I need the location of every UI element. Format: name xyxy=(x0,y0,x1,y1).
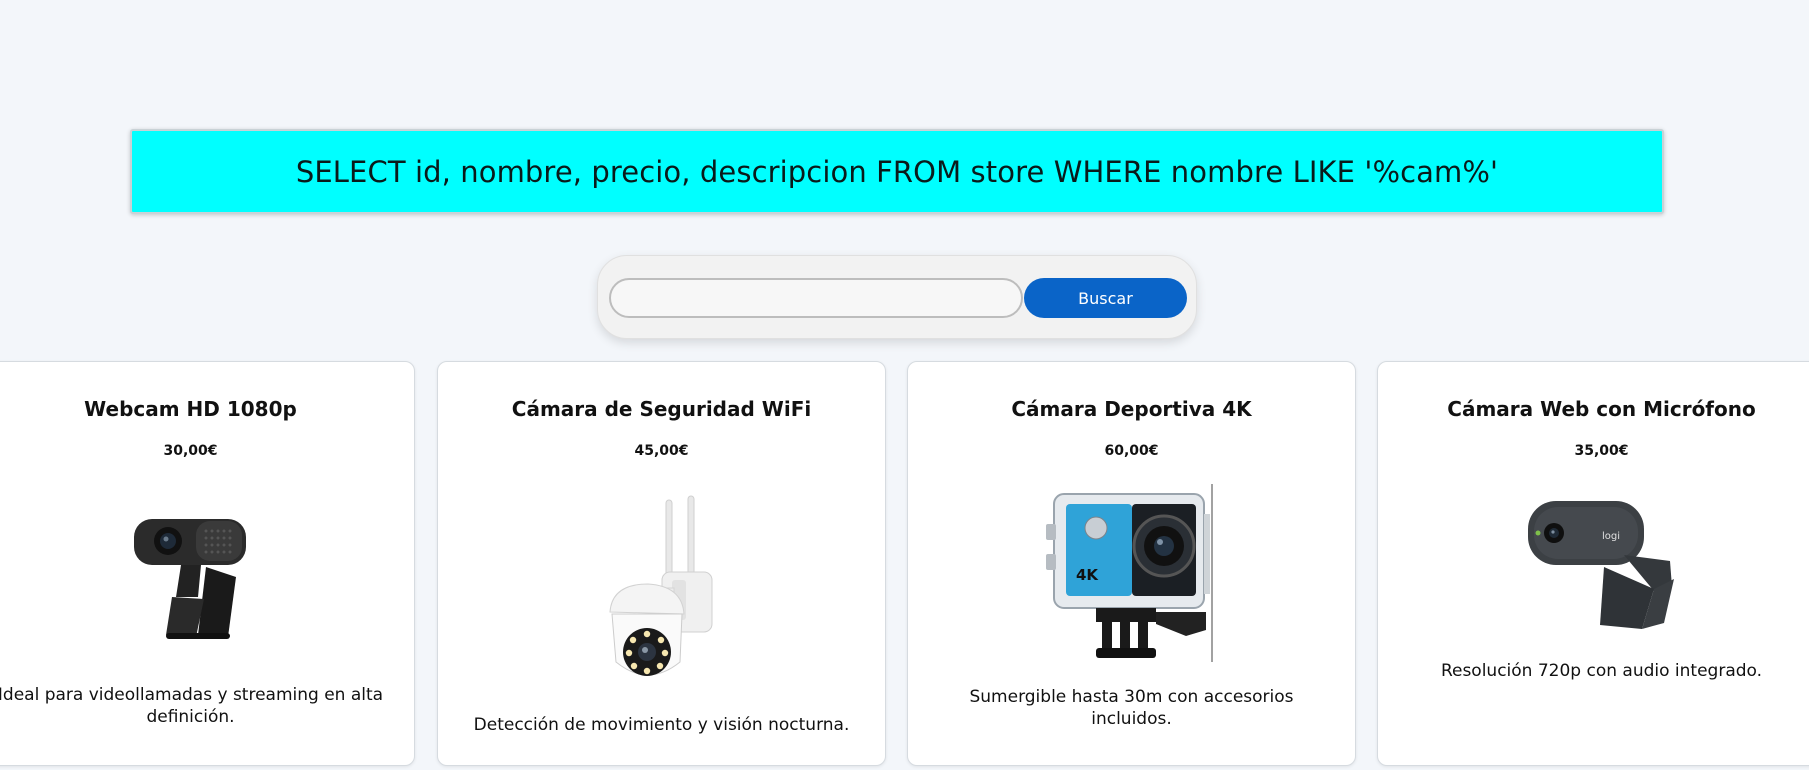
webcam-hd-image xyxy=(133,519,246,639)
product-description: Ideal para videollamadas y streaming en … xyxy=(0,685,384,727)
product-price: 30,00€ xyxy=(163,443,218,459)
product-card[interactable]: Cámara de Seguridad WiFi 45,00€ Detecció… xyxy=(437,361,886,766)
product-price: 45,00€ xyxy=(634,443,689,459)
search-button[interactable]: Buscar xyxy=(1024,278,1187,318)
svg-text:logi: logi xyxy=(1602,531,1620,542)
product-card[interactable]: Cámara Deportiva 4K 60,00€ 4K Sumergible… xyxy=(907,361,1356,766)
product-price: 60,00€ xyxy=(1104,443,1159,459)
sql-query-text: SELECT id, nombre, precio, descripcion F… xyxy=(295,154,1499,189)
product-description: Resolución 720p con audio integrado. xyxy=(1440,661,1763,681)
search-form: Buscar xyxy=(597,255,1197,339)
sql-query-banner: SELECT id, nombre, precio, descripcion F… xyxy=(130,129,1664,214)
product-name: Cámara Web con Micrófono xyxy=(1447,397,1756,421)
webcam-mic-image: logi xyxy=(1527,501,1674,629)
product-card[interactable]: Cámara Web con Micrófono 35,00€ logi Res… xyxy=(1377,361,1809,766)
security-camera-image xyxy=(608,495,712,676)
product-description: Sumergible hasta 30m con accesorios incl… xyxy=(969,687,1294,729)
action-camera-image: 4K xyxy=(1045,484,1212,662)
product-name: Cámara de Seguridad WiFi xyxy=(511,397,812,421)
product-price: 35,00€ xyxy=(1574,443,1629,459)
product-description: Detección de movimiento y visión nocturn… xyxy=(473,715,850,735)
product-card[interactable]: Webcam HD 1080p 30,00€ Ideal para videol… xyxy=(0,361,415,766)
svg-text:4K: 4K xyxy=(1076,566,1099,584)
product-name: Cámara Deportiva 4K xyxy=(1011,397,1252,421)
search-input[interactable] xyxy=(609,278,1023,318)
store-page: SELECT id, nombre, precio, descripcion F… xyxy=(0,0,1809,770)
product-name: Webcam HD 1080p xyxy=(84,397,297,421)
